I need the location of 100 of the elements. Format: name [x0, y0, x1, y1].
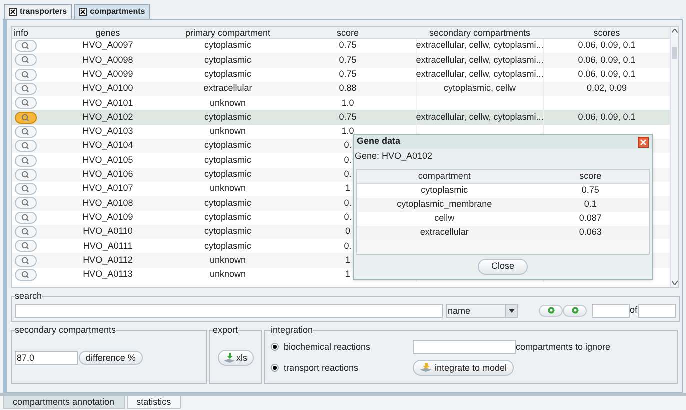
close-icon[interactable] — [79, 8, 88, 16]
magnifier-button[interactable] — [15, 197, 37, 210]
table-cell-text: 0.06, 0.09, 0.1 — [578, 68, 636, 81]
table-cell-text: HVO_A0103 — [82, 125, 134, 138]
magnifier-button[interactable] — [15, 154, 37, 167]
magnifier-button[interactable] — [15, 140, 37, 152]
table-cell-text: HVO_A0107 — [82, 182, 134, 196]
import-icon — [420, 363, 432, 374]
magnifier-button[interactable] — [15, 254, 37, 267]
table-row[interactable]: HVO_A0102 cytoplasmic 0.75 extracellular, cellw, cytoplasmi... 0.06, 0.09, 0.1 — [12, 110, 670, 125]
page-field[interactable] — [592, 304, 630, 318]
table-cell-text: HVO_A0110 — [83, 225, 133, 238]
export-button[interactable]: xls — [218, 350, 254, 366]
column-header[interactable]: genes — [40, 27, 176, 38]
dropdown[interactable]: name — [446, 304, 518, 318]
table-cell-text: extracellular, cellw, cytoplasmi... — [416, 68, 544, 81]
column-header[interactable]: secondary compartments — [416, 27, 544, 38]
table-cell-text: 0. — [344, 139, 352, 152]
magnifier-button[interactable] — [15, 183, 37, 196]
radio-button[interactable] — [271, 364, 279, 372]
magnifier-button[interactable] — [15, 112, 37, 124]
group-label: secondary compartments — [15, 324, 116, 337]
table-cell-text: HVO_A0112 — [83, 254, 133, 267]
table-cell-text: extracellular — [419, 226, 470, 240]
tab[interactable]: compartments annotation — [3, 396, 125, 409]
table-cell-text: unknown — [210, 268, 246, 282]
value-field[interactable]: 87.0 — [15, 351, 78, 366]
scrollbar[interactable] — [670, 27, 678, 287]
integrate-button[interactable]: integrate to model — [413, 360, 514, 376]
magnifier-button[interactable] — [15, 126, 37, 138]
column-header[interactable]: compartment — [357, 170, 532, 184]
table-row[interactable]: HVO_A0100 extracellular 0.88 cytoplasmic, cellw 0.02, 0.09 — [12, 82, 670, 96]
table-cell-text: HVO_A0105 — [82, 154, 134, 167]
table-cell-text: cytoplasmic — [204, 225, 252, 238]
column-header[interactable]: info — [12, 27, 40, 38]
tab[interactable]: compartments — [74, 4, 150, 19]
magnifier-button[interactable] — [15, 40, 37, 52]
table-cell-text: HVO_A0104 — [82, 139, 134, 152]
magnifier-button[interactable] — [15, 54, 37, 66]
table-row[interactable]: HVO_A0101 unknown 1.0 — [12, 96, 670, 110]
ignore-field[interactable] — [413, 340, 516, 354]
magnifier-button[interactable] — [15, 97, 37, 110]
table-cell-text: 1.0 — [342, 125, 354, 138]
scrollbar-thumb[interactable] — [672, 47, 677, 59]
table-cell-text: cytoplasmic — [204, 54, 252, 67]
table-cell-text: HVO_A0106 — [82, 168, 134, 182]
table-cell-text: 0. — [344, 210, 352, 224]
magnifier-button[interactable] — [15, 212, 37, 224]
option-label: biochemical reactions — [284, 340, 371, 354]
table-cell-text: cytoplasmic — [204, 39, 252, 52]
table-cell-text: extracellular, cellw, cytoplasmi... — [416, 39, 544, 52]
search-field[interactable] — [15, 304, 443, 318]
tab[interactable]: transporters — [4, 4, 72, 19]
table-row[interactable]: HVO_A0098 cytoplasmic 0.75 extracellular, cellw, cytoplasmi... 0.06, 0.09, 0.1 — [12, 53, 670, 68]
table-cell-text: unknown — [210, 182, 246, 196]
next-button[interactable] — [563, 304, 587, 316]
column-header[interactable]: score — [280, 27, 416, 38]
scroll-up-icon[interactable] — [672, 29, 678, 33]
download-icon — [224, 353, 234, 364]
difference-button[interactable]: difference % — [79, 351, 143, 366]
table-cell-text: cytoplasmic — [204, 68, 252, 81]
magnifier-button[interactable] — [15, 268, 37, 281]
magnifier-button[interactable] — [15, 68, 37, 81]
column-header[interactable]: primary compartment — [176, 27, 280, 38]
table-cell-text: 1 — [345, 268, 350, 282]
of-label: of — [630, 304, 638, 317]
table-cell-text: 0.06, 0.09, 0.1 — [578, 39, 636, 52]
table-cell-text: HVO_A0102 — [82, 110, 134, 124]
table-cell-text: HVO_A0109 — [82, 210, 134, 224]
close-button[interactable]: Close — [478, 259, 528, 275]
table-cell-text: 0.1 — [583, 198, 598, 212]
table-cell-text: HVO_A0099 — [82, 68, 134, 81]
total-field[interactable] — [638, 304, 676, 318]
column-header[interactable]: scores — [544, 27, 670, 38]
table-cell-text: HVO_A0098 — [82, 54, 134, 67]
table-cell-text: unknown — [210, 254, 246, 267]
previous-button[interactable] — [539, 304, 563, 316]
table-cell-text: 0. — [344, 168, 352, 182]
magnifier-button[interactable] — [15, 168, 37, 181]
table-cell-text: 0.063 — [578, 226, 603, 240]
table-row[interactable]: HVO_A0097 cytoplasmic 0.75 extracellular, cellw, cytoplasmi... 0.06, 0.09, 0.1 — [12, 39, 670, 54]
radio-button[interactable] — [271, 343, 279, 352]
tab[interactable]: statistics — [126, 396, 182, 409]
table-cell-text: 0.06, 0.09, 0.1 — [578, 110, 636, 124]
close-icon[interactable] — [9, 8, 17, 16]
table-cell-text: 0. — [344, 240, 352, 253]
table-cell-text: HVO_A0097 — [82, 39, 134, 52]
column-header[interactable]: score — [532, 170, 649, 184]
magnifier-button[interactable] — [15, 240, 37, 252]
magnifier-button[interactable] — [15, 226, 37, 238]
table-row[interactable]: HVO_A0099 cytoplasmic 0.75 extracellular, cellw, cytoplasmi... 0.06, 0.09, 0.1 — [12, 68, 670, 82]
table-cell-text: cytoplasmic_membrane — [396, 198, 494, 212]
table-cell-text: 1.0 — [342, 96, 354, 110]
table-cell-text: cytoplasmic — [204, 168, 252, 182]
table-cell-text: cytoplasmic — [204, 196, 252, 210]
magnifier-button[interactable] — [15, 83, 37, 96]
table-cell-text: 1 — [345, 254, 350, 267]
table-cell-text: extracellular — [204, 82, 252, 96]
close-button[interactable] — [638, 136, 649, 148]
scroll-down-icon[interactable] — [672, 281, 678, 285]
